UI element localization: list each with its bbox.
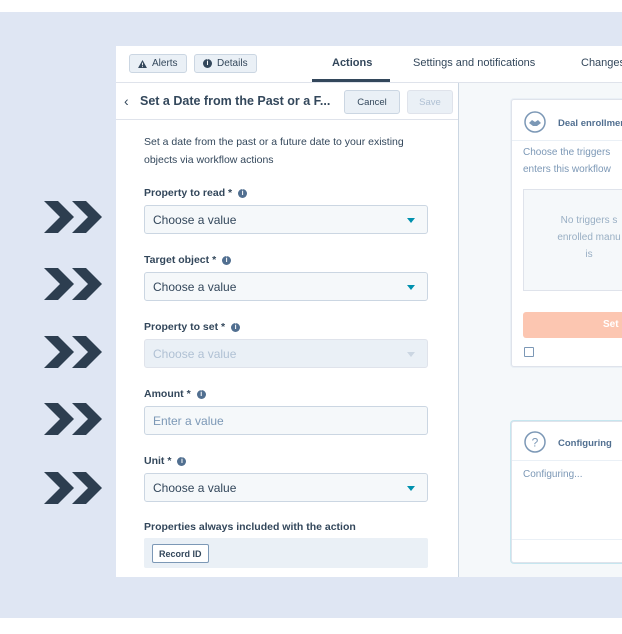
double-chevron-icon: [44, 201, 102, 233]
caret-down-icon: [407, 352, 415, 357]
details-label: Details: [217, 58, 248, 69]
active-tab-indicator: [312, 79, 390, 82]
dropdown-value: Choose a value: [153, 212, 237, 227]
field-label-text: Amount *: [144, 388, 191, 400]
unit-dropdown[interactable]: Choose a value: [144, 473, 428, 502]
info-icon: i: [203, 59, 212, 68]
trigger-card-body-line1: Choose the triggers: [523, 147, 611, 158]
info-icon[interactable]: i: [177, 456, 187, 466]
empty-triggers-box: No triggers s enrolled manu is: [523, 189, 622, 291]
info-icon[interactable]: i: [222, 255, 232, 265]
input-placeholder: Enter a value: [153, 413, 224, 428]
caret-down-icon: [407, 218, 415, 223]
set-triggers-button[interactable]: Set: [523, 312, 622, 338]
property-to-read-label: Property to read * i: [144, 187, 248, 199]
empty-text-line: is: [585, 249, 593, 260]
double-chevron-icon: [44, 472, 102, 504]
back-chevron-icon[interactable]: ‹: [124, 93, 129, 109]
set-triggers-label: Set: [603, 319, 619, 330]
question-icon: ?: [524, 431, 546, 453]
field-label-text: Property to set *: [144, 321, 226, 333]
unit-label: Unit * i: [144, 455, 187, 467]
configuring-card[interactable]: ? Configuring Configuring...: [511, 421, 622, 563]
configuring-card-body: Configuring...: [523, 469, 583, 480]
dropdown-value: Choose a value: [153, 346, 237, 361]
info-icon[interactable]: i: [196, 389, 206, 399]
trigger-card[interactable]: Deal enrollmen Choose the triggers enter…: [511, 99, 622, 367]
divider: [512, 539, 622, 540]
info-icon[interactable]: i: [238, 188, 248, 198]
caret-down-icon: [407, 486, 415, 491]
app-window: Alerts i Details Actions Settings and no…: [116, 46, 622, 577]
amount-input[interactable]: Enter a value: [144, 406, 428, 435]
handshake-icon: [524, 111, 546, 133]
target-object-dropdown[interactable]: Choose a value: [144, 272, 428, 301]
info-icon[interactable]: i: [231, 322, 241, 332]
dropdown-value: Choose a value: [153, 480, 237, 495]
empty-text-line: No triggers s: [560, 215, 618, 226]
empty-text-line: enrolled manu: [557, 232, 621, 243]
trigger-card-body-line2: enters this workflow: [523, 164, 611, 175]
property-to-read-dropdown[interactable]: Choose a value: [144, 205, 428, 234]
details-button[interactable]: i Details: [194, 54, 257, 73]
dropdown-value: Choose a value: [153, 279, 237, 294]
tab-settings-and-notifications[interactable]: Settings and notifications: [413, 57, 535, 69]
alerts-button[interactable]: Alerts: [129, 54, 187, 73]
double-chevron-icon: [44, 403, 102, 435]
alerts-label: Alerts: [152, 58, 178, 69]
save-button[interactable]: Save: [407, 90, 453, 114]
field-label-text: Target object *: [144, 254, 217, 266]
warning-icon: [138, 59, 147, 68]
svg-text:?: ?: [532, 436, 539, 450]
action-description: Set a date from the past or a future dat…: [144, 136, 404, 166]
caret-down-icon: [407, 285, 415, 290]
double-chevron-icon: [44, 268, 102, 300]
double-chevron-icon: [44, 336, 102, 368]
property-to-set-label: Property to set * i: [144, 321, 241, 333]
always-included-box: Record ID: [144, 538, 428, 568]
divider: [512, 460, 622, 461]
tab-changes[interactable]: Changes: [581, 57, 622, 69]
top-tab-bar: Alerts i Details Actions Settings and no…: [116, 46, 622, 83]
checkbox[interactable]: [524, 347, 534, 357]
amount-label: Amount * i: [144, 388, 206, 400]
cancel-button[interactable]: Cancel: [344, 90, 400, 114]
target-object-label: Target object * i: [144, 254, 232, 266]
field-label-text: Unit *: [144, 455, 172, 467]
field-label-text: Property to read *: [144, 187, 233, 199]
divider: [512, 140, 622, 141]
record-id-tag: Record ID: [152, 544, 209, 563]
tab-actions[interactable]: Actions: [332, 57, 372, 69]
panel-header: ‹ Set a Date from the Past or a F... Can…: [116, 83, 458, 120]
always-included-label: Properties always included with the acti…: [144, 521, 356, 533]
property-to-set-dropdown[interactable]: Choose a value: [144, 339, 428, 368]
configuring-card-title: Configuring: [558, 438, 612, 449]
action-editor-panel: ‹ Set a Date from the Past or a F... Can…: [116, 83, 459, 577]
trigger-card-title: Deal enrollmen: [558, 118, 622, 129]
panel-title: Set a Date from the Past or a F...: [140, 94, 331, 108]
